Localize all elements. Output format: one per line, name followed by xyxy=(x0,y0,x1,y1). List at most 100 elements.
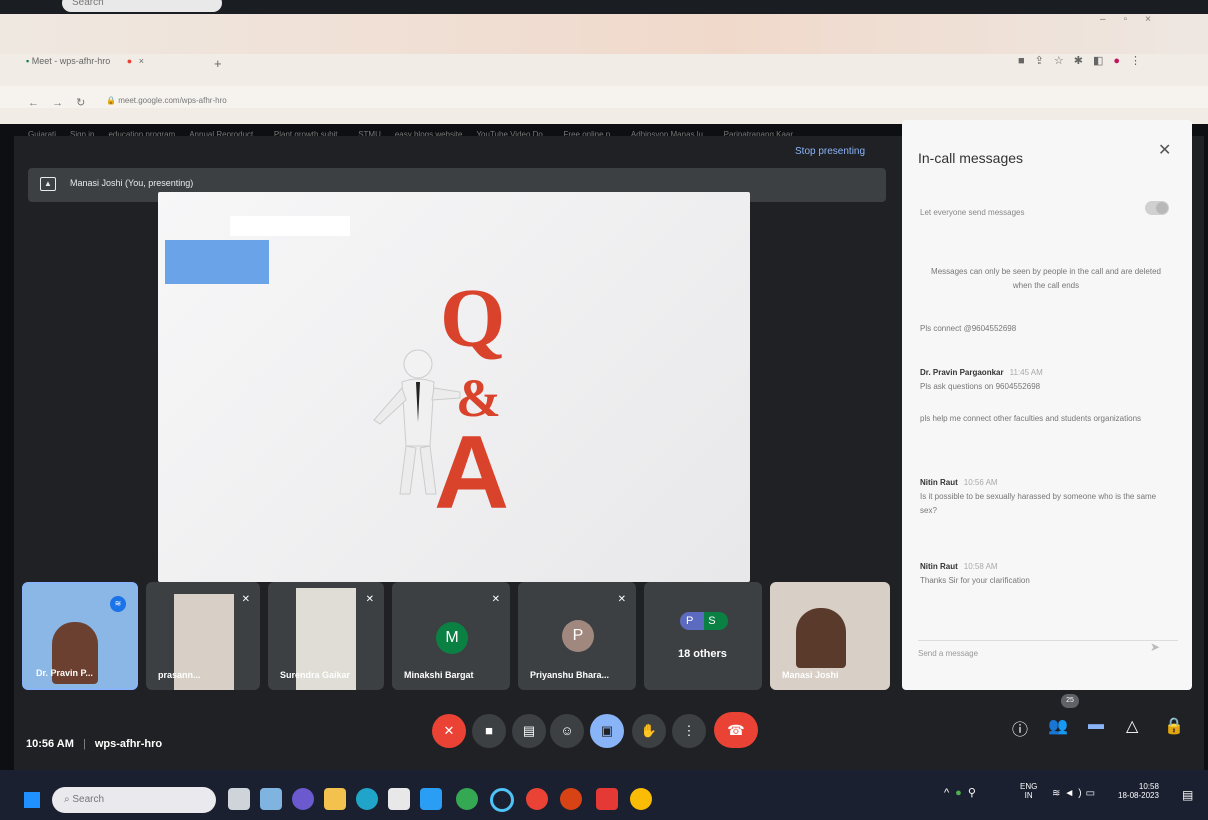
chrome-icon-1[interactable] xyxy=(456,788,478,810)
chevron-up-icon[interactable]: ^ xyxy=(944,787,955,799)
reactions-button[interactable]: ☺ xyxy=(550,714,584,748)
taskbar-clock[interactable]: 10:58 18-08-2023 xyxy=(1118,782,1159,800)
slide-info-panel xyxy=(165,240,269,284)
allow-messages-toggle[interactable] xyxy=(1145,201,1169,215)
camera-icon[interactable]: ■ xyxy=(1018,55,1035,67)
presenter-label: Manasi Joshi (You, presenting) xyxy=(70,178,194,188)
message-time: 10:56 AM xyxy=(963,478,998,487)
profile-avatar[interactable]: ● xyxy=(1113,55,1130,67)
leave-call-button[interactable]: ☎ xyxy=(714,712,758,748)
panel-title: In-call messages xyxy=(918,150,1024,166)
file-explorer-icon[interactable] xyxy=(324,788,346,810)
participant-tile[interactable]: P ✕ Priyanshu Bhara... xyxy=(518,582,636,690)
raise-hand-button[interactable]: ✋ xyxy=(632,714,666,748)
share-icon[interactable]: ⇪ xyxy=(1035,55,1054,67)
participant-tile[interactable]: ✕ Surendra Gaikar xyxy=(268,582,384,690)
nav-buttons: ← → ↻ xyxy=(28,96,85,109)
person-arm xyxy=(373,387,407,425)
host-controls-icon[interactable]: 🔒 xyxy=(1164,716,1184,736)
notifications-icon[interactable]: ▤ xyxy=(1182,788,1193,802)
language-indicator[interactable]: ENG IN xyxy=(1020,782,1037,800)
participant-tile[interactable]: Manasi Joshi xyxy=(770,582,890,690)
muted-mic-icon: ✕ xyxy=(365,594,374,605)
meeting-code: wps-afhr-hro xyxy=(94,738,163,750)
message-sender: Nitin Raut xyxy=(920,478,958,487)
participant-tile[interactable]: ≋ Dr. Pravin P... xyxy=(22,582,138,690)
send-message-input[interactable]: Send a message xyxy=(918,640,1178,667)
start-button-icon[interactable] xyxy=(24,792,40,808)
message-text: Thanks Sir for your clarification xyxy=(920,576,1030,585)
chat-icon[interactable]: ▬ xyxy=(1088,716,1104,734)
close-window-icon[interactable]: × xyxy=(1145,14,1169,25)
participant-tile[interactable]: ✕ prasann... xyxy=(146,582,260,690)
store-icon[interactable] xyxy=(388,788,410,810)
present-button[interactable]: ▣ xyxy=(590,714,624,748)
reload-icon[interactable]: ↻ xyxy=(76,97,85,109)
network-volume-battery[interactable]: ≋◄)▭ xyxy=(1052,788,1099,799)
browser-tab[interactable]: ▪ Meet - wps-afhr-hro ● × xyxy=(26,56,206,78)
menu-icon[interactable]: ⋮ xyxy=(1130,55,1151,67)
app-icon-red[interactable] xyxy=(560,788,582,810)
message-time: 11:45 AM xyxy=(1009,368,1043,377)
send-icon[interactable]: ➤ xyxy=(1150,640,1160,654)
participant-name: Minakshi Bargat xyxy=(404,670,474,680)
url-field[interactable]: 🔒 meet.google.com/wps-afhr-hro xyxy=(106,96,227,105)
q-letter: Q xyxy=(440,276,505,365)
browser-toolbar-icons: ■⇪☆✱◧●⋮ xyxy=(1018,54,1151,67)
task-view-icon[interactable] xyxy=(228,788,250,810)
message-sender: Dr. Pravin Pargaonkar xyxy=(920,368,1004,377)
more-options-button[interactable]: ⋮ xyxy=(672,714,706,748)
back-icon[interactable]: ← xyxy=(28,97,39,109)
top-search-box[interactable]: Search xyxy=(62,0,222,12)
minimize-icon[interactable]: – xyxy=(1100,14,1124,25)
cortana-icon[interactable] xyxy=(490,788,514,812)
participant-video xyxy=(796,608,846,668)
stop-presenting-button[interactable]: Stop presenting xyxy=(795,146,865,157)
system-tray: ^●⚲ xyxy=(944,786,982,799)
chrome-icon-3[interactable] xyxy=(630,788,652,810)
participants-count-badge: 25 xyxy=(1061,694,1079,708)
toggle-label: Let everyone send messages xyxy=(920,208,1025,217)
chat-app-icon[interactable] xyxy=(292,788,314,810)
top-taskbar-strip: Search xyxy=(0,0,1208,14)
mail-icon[interactable] xyxy=(420,788,442,810)
tray-app-icon[interactable]: ● xyxy=(955,787,968,799)
close-panel-icon[interactable]: ✕ xyxy=(1158,140,1171,160)
participant-name: Dr. Pravin P... xyxy=(36,668,93,678)
people-icon[interactable]: 👥 xyxy=(1048,716,1068,736)
new-tab-button[interactable]: + xyxy=(214,56,222,71)
chat-message: Pls connect @9604552698 xyxy=(920,322,1170,336)
muted-mic-icon: ✕ xyxy=(241,594,250,605)
chat-message: Nitin Raut 10:58 AM Thanks Sir for your c… xyxy=(920,560,1170,588)
message-text: Is it possible to be sexually harassed b… xyxy=(920,492,1157,515)
forward-icon[interactable]: → xyxy=(52,97,63,109)
sidebar-icon[interactable]: ◧ xyxy=(1093,55,1113,67)
camera-toggle-button[interactable]: ■ xyxy=(472,714,506,748)
captions-button[interactable]: ▤ xyxy=(512,714,546,748)
taskbar-search-box[interactable]: ⌕ Search xyxy=(52,787,216,813)
maximize-icon[interactable]: ▫ xyxy=(1124,14,1146,25)
activities-icon[interactable]: △ xyxy=(1126,716,1138,736)
extensions-icon[interactable]: ✱ xyxy=(1074,55,1093,67)
present-icon: ▲ xyxy=(40,177,56,191)
meeting-details-icon[interactable]: ⓘ xyxy=(1012,716,1028,740)
chat-message: Dr. Pravin Pargaonkar 11:45 AM Pls ask qu… xyxy=(920,366,1170,394)
others-count: 18 others xyxy=(678,648,727,660)
chrome-icon-2[interactable] xyxy=(526,788,548,810)
message-text: pls help me connect other faculties and … xyxy=(920,414,1142,423)
location-icon[interactable]: ⚲ xyxy=(968,787,982,799)
star-icon[interactable]: ☆ xyxy=(1054,55,1074,67)
others-tile[interactable]: P S 18 others xyxy=(644,582,762,690)
qa-illustration: Q & A xyxy=(373,276,509,516)
mic-toggle-button[interactable]: ✕ xyxy=(432,714,466,748)
widgets-icon[interactable] xyxy=(260,788,282,810)
tab-close-icon[interactable]: × xyxy=(139,56,144,66)
chat-message: pls help me connect other faculties and … xyxy=(920,412,1170,426)
edge-icon[interactable] xyxy=(356,788,378,810)
participant-tile[interactable]: M ✕ Minakshi Bargat xyxy=(392,582,510,690)
tab-favicon: ▪ xyxy=(26,56,30,66)
volume-icon: ◄) xyxy=(1064,788,1086,799)
pdf-icon[interactable] xyxy=(596,788,618,810)
participant-avatar: P xyxy=(562,620,594,652)
others-avatars: P S xyxy=(680,612,728,630)
